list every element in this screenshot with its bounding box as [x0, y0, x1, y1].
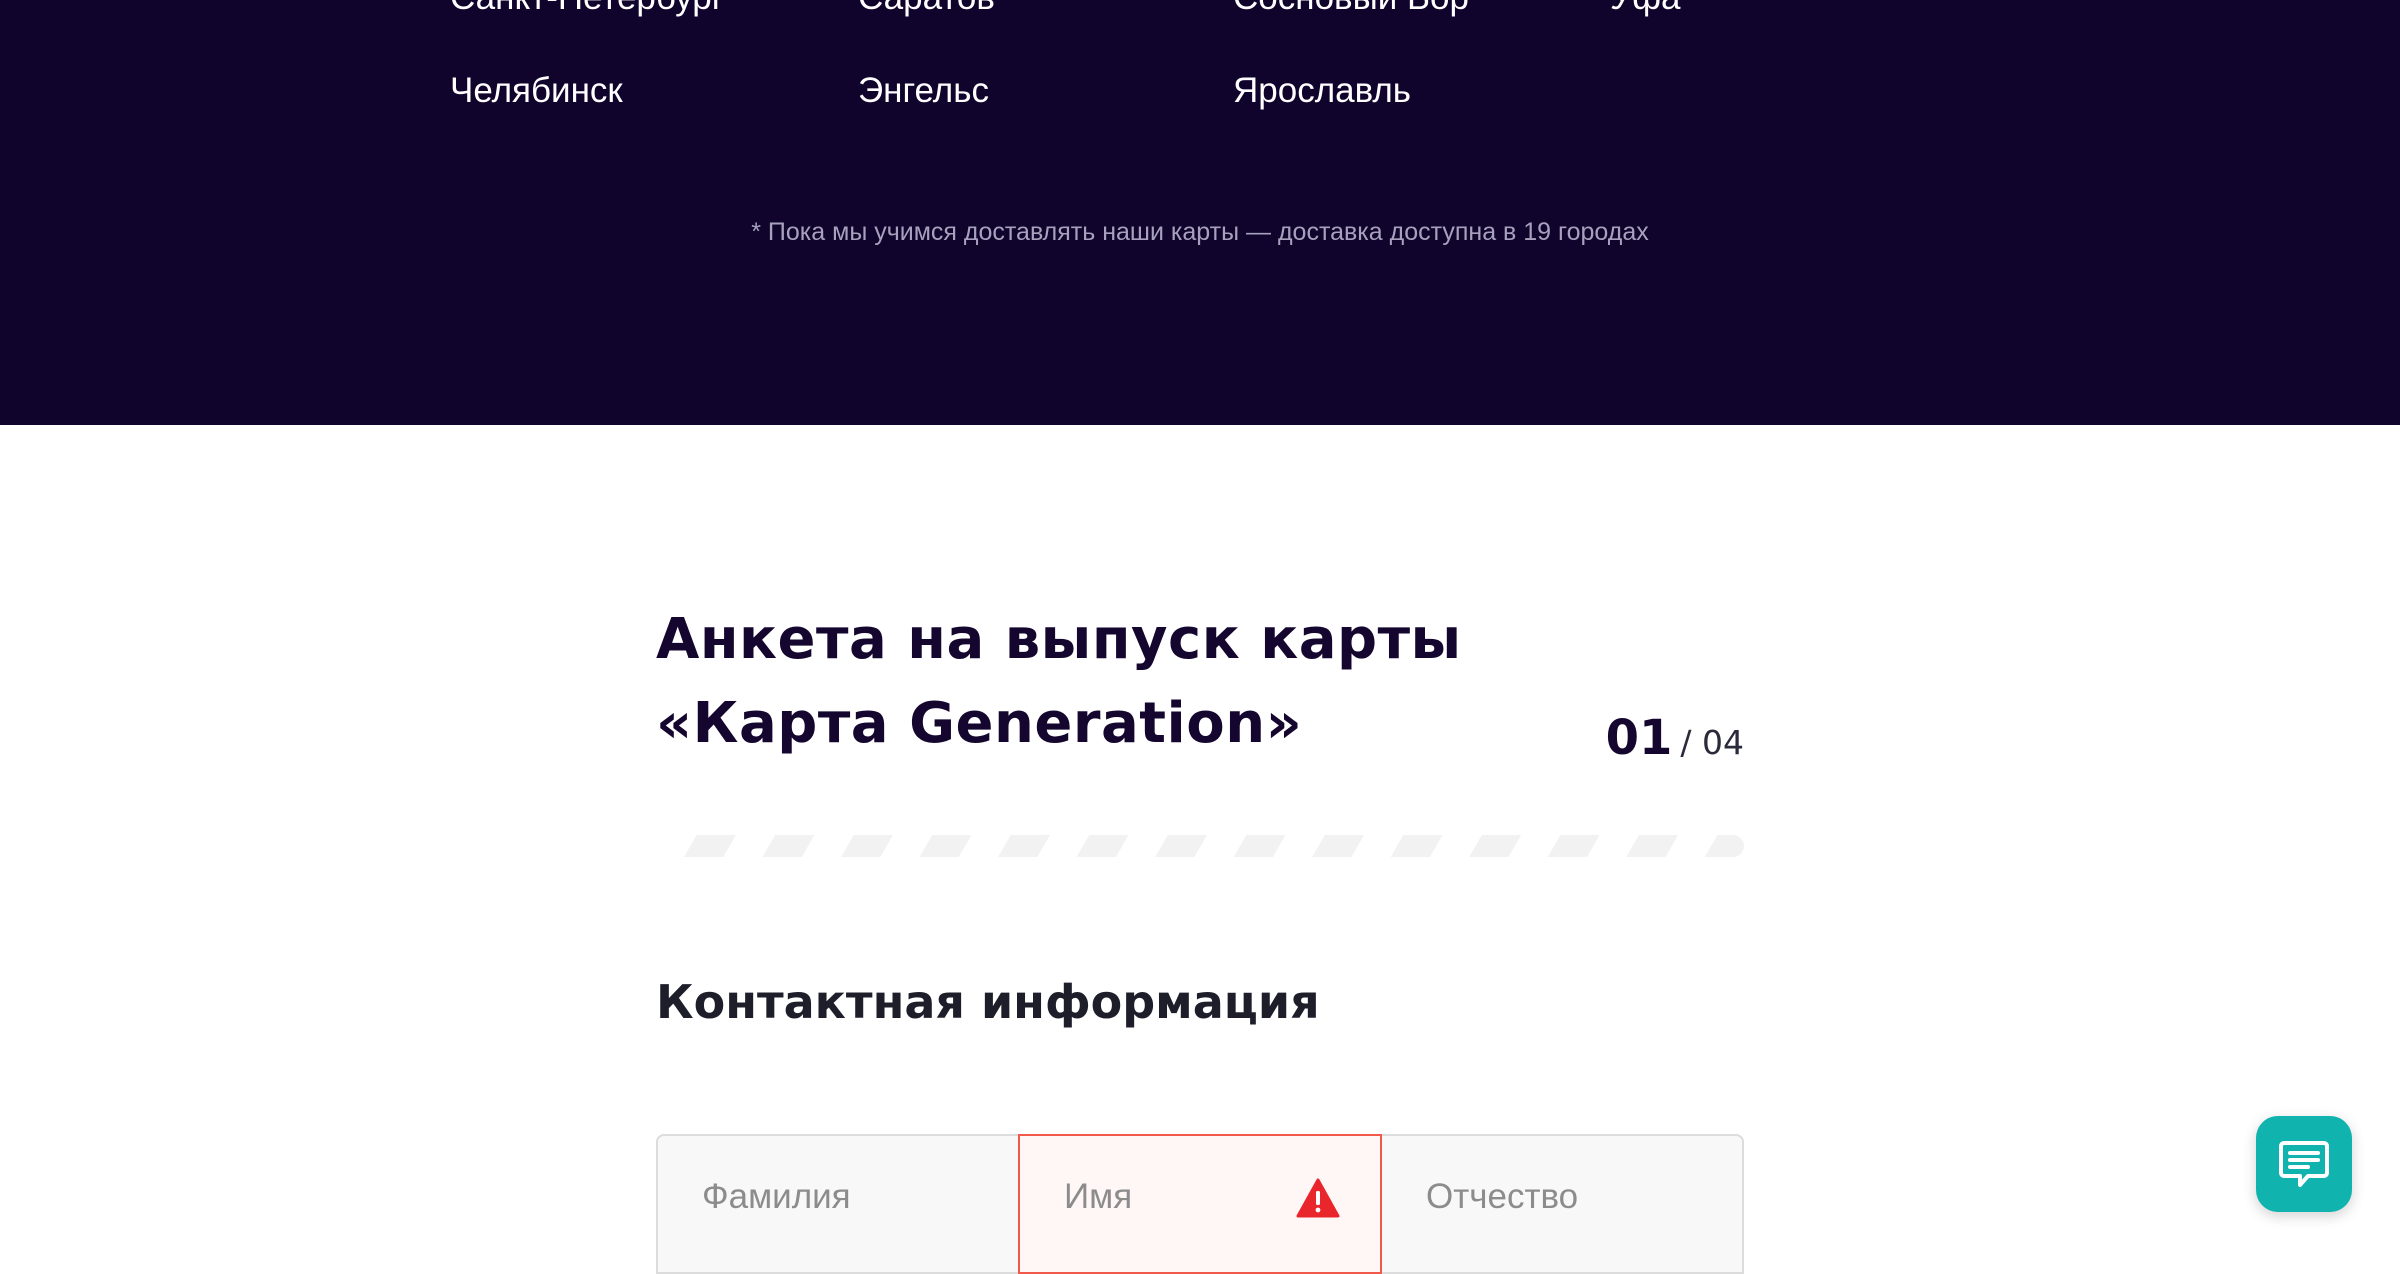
- warning-icon: [1296, 1178, 1340, 1218]
- form-progress-bar: [656, 835, 1744, 857]
- city-item: Уфа: [1610, 0, 1681, 18]
- city-item: Ярославль: [1233, 71, 1412, 110]
- last-name-input[interactable]: [702, 1172, 962, 1222]
- city-item: Саратов: [858, 0, 995, 18]
- middle-name-input[interactable]: [1426, 1172, 1686, 1222]
- city-item: Санкт-Петербург: [450, 0, 725, 18]
- step-counter: 01/ 04: [1606, 710, 1744, 766]
- city-item: Сосновый Бор: [1233, 0, 1469, 18]
- first-name-input[interactable]: [1064, 1172, 1324, 1222]
- delivery-footnote: * Пока мы учимся доставлять наши карты —…: [751, 218, 1649, 246]
- form-title: Анкета на выпуск карты «Карта Generation…: [656, 607, 1462, 756]
- chat-button[interactable]: [2256, 1116, 2352, 1212]
- step-current: 01: [1605, 710, 1673, 766]
- city-item: Челябинск: [450, 71, 623, 110]
- middle-name-field[interactable]: [1380, 1134, 1744, 1274]
- step-total: / 04: [1680, 723, 1744, 762]
- city-item: Энгельс: [858, 71, 989, 110]
- delivery-cities-section: Санкт-Петербург Саратов Сосновый Бор Уфа…: [0, 0, 2400, 425]
- section-title: Контактная информация: [656, 975, 1320, 1029]
- first-name-field[interactable]: [1018, 1134, 1382, 1274]
- last-name-field[interactable]: [656, 1134, 1020, 1274]
- contact-name-fields: [656, 1134, 1744, 1274]
- chat-icon: [2279, 1141, 2329, 1187]
